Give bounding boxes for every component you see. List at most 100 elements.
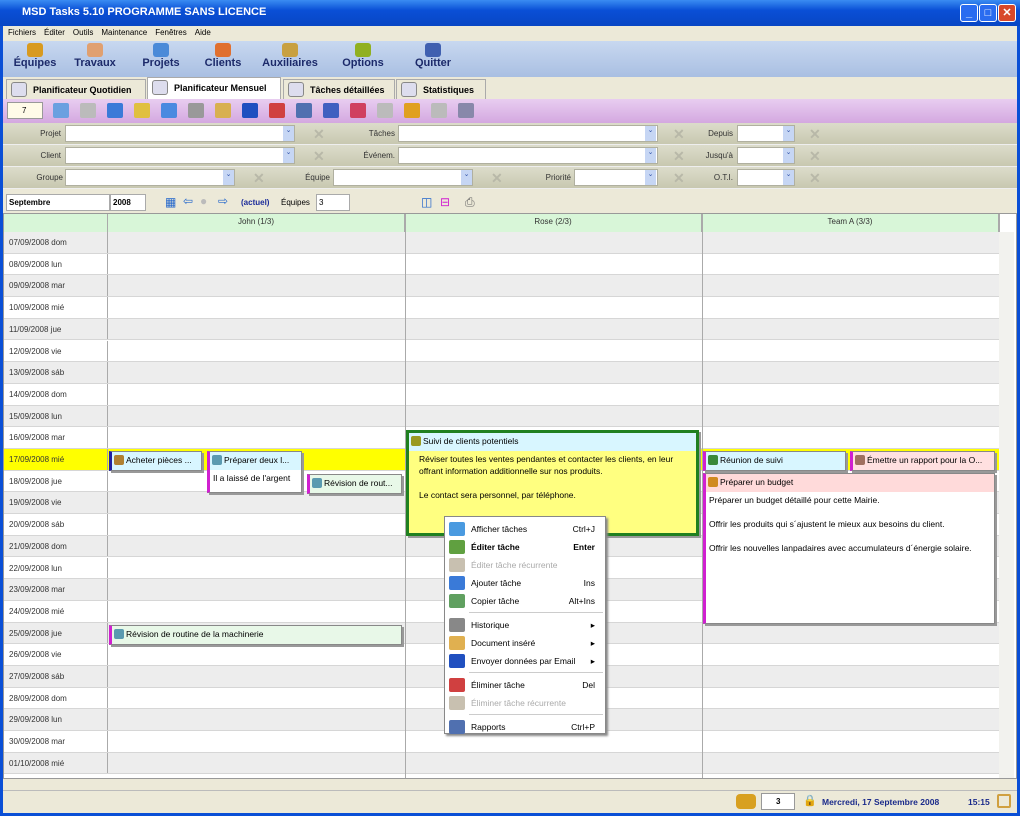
menu-outils[interactable]: Outils	[73, 28, 93, 37]
window-icon[interactable]	[997, 794, 1011, 808]
date-row[interactable]: 01/10/2008 mié	[4, 752, 999, 775]
vertical-view-icon[interactable]: ◫	[421, 195, 432, 209]
equipe-select[interactable]	[333, 169, 473, 186]
toolbar-icon-7[interactable]	[242, 103, 258, 118]
month-select[interactable]: Septembre	[6, 194, 110, 211]
projet-select[interactable]	[65, 125, 295, 142]
event-emettre-rapport[interactable]: Émettre un rapport pour la O...	[850, 451, 995, 471]
evenem-select[interactable]	[398, 147, 658, 164]
actuel-link[interactable]: (actuel)	[241, 198, 269, 207]
equipes-stepper[interactable]: 3	[316, 194, 350, 211]
column-header-john[interactable]: John (1/3)	[108, 214, 405, 232]
horizontal-view-icon[interactable]: ⊟	[440, 195, 450, 209]
date-row[interactable]: 12/09/2008 vie	[4, 340, 999, 363]
clear-icon[interactable]: ✕	[809, 126, 821, 143]
clear-icon[interactable]: ✕	[673, 170, 685, 187]
toolbar-icon-8[interactable]	[269, 103, 285, 118]
toolbar-icon-15[interactable]	[458, 103, 474, 118]
toolbar-icon-5[interactable]	[188, 103, 204, 118]
tab-1[interactable]: Planificateur Mensuel	[147, 77, 281, 99]
date-row[interactable]: 13/09/2008 sáb	[4, 362, 999, 384]
column-header-rose[interactable]: Rose (2/3)	[405, 214, 702, 232]
clear-icon[interactable]: ✕	[673, 148, 685, 165]
menu-fichiers[interactable]: Fichiers	[8, 28, 36, 37]
toolbar-button-options[interactable]: Options	[333, 43, 393, 69]
toolbar-icon-11[interactable]	[350, 103, 366, 118]
toolbar-button-quitter[interactable]: Quitter	[403, 43, 463, 69]
toolbar-button-projets[interactable]: Projets	[131, 43, 191, 69]
context-menu-item[interactable]: Copier tâche Alt+Ins	[445, 592, 605, 610]
menu-aide[interactable]: Aide	[195, 28, 211, 37]
groupe-select[interactable]	[65, 169, 235, 186]
chevron-down-icon[interactable]: ⌄	[783, 148, 794, 163]
clear-icon[interactable]: ✕	[809, 170, 821, 187]
chevron-down-icon[interactable]: ⌄	[283, 148, 294, 163]
date-row[interactable]: 07/09/2008 dom	[4, 232, 999, 254]
date-row[interactable]: 15/09/2008 lun	[4, 405, 999, 428]
clear-icon[interactable]: ✕	[253, 170, 265, 187]
context-menu-item[interactable]: Envoyer données par Email ▸	[445, 652, 605, 670]
calendar-icon[interactable]: ▦	[165, 195, 176, 209]
date-row[interactable]: 08/09/2008 lun	[4, 253, 999, 276]
toolbar-icon-9[interactable]	[296, 103, 312, 118]
context-menu-item[interactable]: Éliminer tâche Del	[445, 676, 605, 694]
date-row[interactable]: 14/09/2008 dom	[4, 383, 999, 406]
toolbar-button-travaux[interactable]: Travaux	[65, 43, 125, 69]
close-button[interactable]: ✕	[998, 4, 1016, 22]
dot-icon[interactable]: ●	[200, 194, 207, 208]
menu-maintenance[interactable]: Maintenance	[101, 28, 147, 37]
minimize-button[interactable]: _	[960, 4, 978, 22]
toolbar-icon-13[interactable]	[404, 103, 420, 118]
toolbar-icon-12[interactable]	[377, 103, 393, 118]
event-revision-rout[interactable]: Révision de rout...	[307, 474, 402, 494]
chevron-down-icon[interactable]: ⌄	[645, 148, 656, 163]
event-reunion-suivi[interactable]: Réunion de suivi	[703, 451, 846, 471]
chevron-down-icon[interactable]: ⌄	[645, 170, 656, 185]
client-select[interactable]	[65, 147, 295, 164]
toolbar-icon-0[interactable]	[53, 103, 69, 118]
context-menu-item[interactable]: Éditer tâche Enter	[445, 538, 605, 556]
print-icon[interactable]: ⎙	[465, 195, 475, 210]
context-menu-item[interactable]: Afficher tâches Ctrl+J	[445, 520, 605, 538]
clear-icon[interactable]: ✕	[809, 148, 821, 165]
column-header-team-a[interactable]: Team A (3/3)	[702, 214, 999, 232]
date-row[interactable]: 10/09/2008 mié	[4, 297, 999, 319]
chevron-down-icon[interactable]: ⌄	[783, 170, 794, 185]
event-acheter-pieces[interactable]: Acheter pièces ...	[109, 451, 202, 471]
context-menu-item[interactable]: Document inséré ▸	[445, 634, 605, 652]
toolbar-icon-14[interactable]	[431, 103, 447, 118]
maximize-button[interactable]: □	[979, 4, 997, 22]
chevron-down-icon[interactable]: ⌄	[645, 126, 656, 141]
toolbar-icon-4[interactable]	[161, 103, 177, 118]
previous-arrow-icon[interactable]: ⇦	[183, 194, 193, 208]
toolbar-icon-6[interactable]	[215, 103, 231, 118]
tab-2[interactable]: Tâches détaillées	[283, 79, 395, 99]
event-preparer-deux[interactable]: Préparer deux l... Il a laissé de l'argen…	[207, 451, 302, 493]
tab-3[interactable]: Statistiques	[396, 79, 486, 99]
day-field[interactable]: 7	[7, 102, 43, 119]
menu-fenetres[interactable]: Fenêtres	[155, 28, 187, 37]
event-revision-machinerie[interactable]: Révision de routine de la machinerie	[109, 625, 402, 645]
toolbar-button-equipes[interactable]: Équipes	[5, 43, 65, 69]
event-preparer-budget[interactable]: Préparer un budget Préparer un budget dét…	[703, 473, 995, 624]
toolbar-icon-3[interactable]	[134, 103, 150, 118]
date-row[interactable]: 09/09/2008 mar	[4, 275, 999, 298]
chevron-down-icon[interactable]: ⌄	[783, 126, 794, 141]
toolbar-button-clients[interactable]: Clients	[193, 43, 253, 69]
toolbar-button-auxiliaires[interactable]: Auxiliaires	[260, 43, 320, 69]
toolbar-icon-1[interactable]	[80, 103, 96, 118]
context-menu-item[interactable]: Rapports Ctrl+P	[445, 718, 605, 736]
clear-icon[interactable]: ✕	[673, 126, 685, 143]
chevron-down-icon[interactable]: ⌄	[461, 170, 472, 185]
chevron-down-icon[interactable]: ⌄	[283, 126, 294, 141]
next-arrow-icon[interactable]: ⇨	[218, 194, 228, 208]
context-menu-item[interactable]: Historique ▸	[445, 616, 605, 634]
clear-icon[interactable]: ✕	[313, 148, 325, 165]
context-menu-item[interactable]: Ajouter tâche Ins	[445, 574, 605, 592]
toolbar-icon-10[interactable]	[323, 103, 339, 118]
vertical-scrollbar[interactable]	[999, 232, 1014, 778]
lock-icon[interactable]: 🔒	[803, 794, 817, 807]
clear-icon[interactable]: ✕	[313, 126, 325, 143]
chevron-down-icon[interactable]: ⌄	[223, 170, 234, 185]
date-row[interactable]: 11/09/2008 jue	[4, 318, 999, 341]
